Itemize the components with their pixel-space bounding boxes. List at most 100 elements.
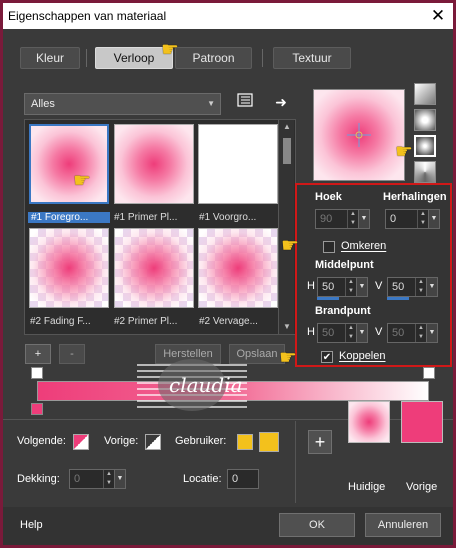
chevron-down-icon[interactable]: ▼ (356, 323, 368, 343)
spin-arrows-icon[interactable]: ▲ ▼ (345, 278, 356, 296)
tab-kleur[interactable]: Kleur (20, 47, 80, 69)
help-button[interactable]: Help (20, 519, 43, 531)
spin-arrows-icon[interactable]: ▲ ▼ (347, 210, 358, 228)
opacity-value: 0 (74, 473, 81, 485)
gradient-preview[interactable] (313, 89, 405, 181)
focal-h-label: H (307, 326, 315, 338)
cancel-button[interactable]: Annuleren (365, 513, 441, 537)
chevron-down-icon[interactable]: ▼ (426, 323, 438, 343)
prev-label: Vorige: (104, 435, 139, 447)
spin-arrows-icon[interactable]: ▲ ▼ (103, 470, 114, 488)
angle-value: 90 (320, 213, 333, 225)
watermark-logo: claudia (137, 353, 247, 423)
pointer-hand-icon: ☛ (161, 39, 179, 61)
gradient-thumb-voorgrond[interactable] (198, 124, 278, 204)
chevron-down-icon[interactable]: ▼ (114, 469, 126, 489)
chevron-down-icon[interactable]: ▼ (356, 277, 368, 297)
previous-label: Vorige (406, 481, 438, 493)
focal-v-spinner[interactable]: 50 ▲ ▼ ▼ (387, 323, 438, 343)
watermark-text: claudia (169, 373, 243, 397)
opacity-spinner[interactable]: 0 ▲ ▼ ▼ (69, 469, 126, 489)
angle-spinner[interactable]: 90 ▲ ▼ ▼ (315, 209, 370, 229)
title-bar: Eigenschappen van materiaal ✕ (3, 3, 453, 29)
opacity-stop-left[interactable] (31, 367, 43, 379)
chevron-down-icon[interactable]: ▼ (358, 209, 370, 229)
sunburst-style-icon[interactable] (414, 161, 436, 183)
radial-style-icon[interactable] (414, 135, 436, 157)
opacity-stop-right[interactable] (423, 367, 435, 379)
add-color-button[interactable]: + (308, 430, 332, 454)
chevron-down-icon[interactable]: ▼ (426, 277, 438, 297)
arrow-right-icon[interactable]: ➜ (271, 92, 291, 112)
gradient-thumb-primer-2[interactable] (114, 228, 194, 308)
next-label: Volgende: (17, 435, 66, 447)
gradient-thumb-vervagen[interactable] (198, 228, 278, 308)
link-label: Koppelen (339, 350, 386, 362)
tab-patroon[interactable]: Patroon (175, 47, 252, 69)
tab-divider (86, 49, 87, 67)
location-field[interactable]: 0 (227, 469, 259, 489)
pointer-hand-icon: ☛ (73, 170, 91, 192)
gradient-thumb-fading[interactable] (29, 228, 109, 308)
library-icon[interactable] (235, 92, 255, 112)
center-h-slider[interactable] (317, 297, 339, 300)
previous-color-swatch[interactable] (401, 401, 443, 443)
center-label: Middelpunt (315, 259, 374, 271)
gradient-settings-panel: Hoek Herhalingen 90 ▲ ▼ ▼ 0 ▲ ▼ ▼ Omkeren … (295, 183, 452, 367)
gradient-thumb-foreground[interactable] (29, 124, 109, 204)
link-checkbox[interactable]: ✔ (321, 351, 333, 363)
user-swatch[interactable] (237, 434, 253, 450)
current-gradient-swatch[interactable] (348, 401, 390, 443)
focal-v-label: V (375, 326, 383, 338)
window-title: Eigenschappen van materiaal (8, 9, 167, 23)
user-label: Gebruiker: (175, 435, 227, 447)
invert-label: Omkeren (341, 240, 387, 252)
linear-style-icon[interactable] (414, 83, 436, 105)
add-stop-button[interactable]: + (25, 344, 51, 364)
remove-stop-button[interactable]: - (59, 344, 85, 364)
scroll-thumb[interactable] (283, 138, 291, 164)
gradient-caption: #1 Voorgro... (199, 212, 257, 223)
focal-h-value: 50 (322, 327, 335, 339)
next-swatch[interactable] (73, 434, 89, 450)
pointer-hand-icon: ☛ (395, 141, 413, 163)
rectangular-style-icon[interactable] (414, 109, 436, 131)
scroll-down-icon[interactable]: ▼ (279, 320, 295, 334)
spin-arrows-icon[interactable]: ▲ ▼ (415, 324, 426, 342)
invert-checkbox[interactable] (323, 241, 335, 253)
ok-button[interactable]: OK (279, 513, 355, 537)
spin-arrows-icon[interactable]: ▲ ▼ (345, 324, 356, 342)
pointer-hand-icon: ☛ (281, 235, 299, 257)
center-h-spinner[interactable]: 50 ▲ ▼ ▼ (317, 277, 368, 297)
dialog-footer: Help OK Annuleren (3, 507, 453, 545)
user-swatch-2[interactable] (259, 432, 279, 452)
tab-divider (262, 49, 263, 67)
gallery-scrollbar[interactable]: ▲ ▼ (278, 120, 294, 334)
gradient-thumb-primer[interactable] (114, 124, 194, 204)
chevron-down-icon[interactable]: ▼ (428, 209, 440, 229)
color-stop-left[interactable] (31, 403, 43, 415)
material-properties-dialog: Eigenschappen van materiaal ✕ Kleur Verl… (3, 3, 453, 545)
repeats-value: 0 (390, 213, 397, 225)
current-label: Huidige (348, 481, 386, 493)
center-v-slider[interactable] (387, 297, 409, 300)
scroll-up-icon[interactable]: ▲ (279, 120, 295, 134)
category-dropdown-value: Alles (31, 98, 55, 110)
category-dropdown[interactable]: Alles ▼ (24, 93, 221, 115)
prev-swatch[interactable] (145, 434, 161, 450)
opacity-label: Dekking: (17, 473, 60, 485)
spin-arrows-icon[interactable]: ▲ ▼ (417, 210, 428, 228)
gradient-caption: #2 Vervage... (199, 316, 258, 327)
angle-label: Hoek (315, 191, 342, 203)
gradient-caption: #2 Fading F... (30, 316, 91, 327)
tab-bar: Kleur Verloop Patroon Textuur (3, 43, 453, 73)
gradient-caption: #2 Primer Pl... (114, 316, 178, 327)
location-label: Locatie: (183, 473, 222, 485)
focal-v-value: 50 (392, 327, 405, 339)
repeats-spinner[interactable]: 0 ▲ ▼ ▼ (385, 209, 440, 229)
center-v-spinner[interactable]: 50 ▲ ▼ ▼ (387, 277, 438, 297)
spin-arrows-icon[interactable]: ▲ ▼ (415, 278, 426, 296)
tab-textuur[interactable]: Textuur (273, 47, 351, 69)
focal-h-spinner[interactable]: 50 ▲ ▼ ▼ (317, 323, 368, 343)
close-icon[interactable]: ✕ (426, 5, 450, 27)
